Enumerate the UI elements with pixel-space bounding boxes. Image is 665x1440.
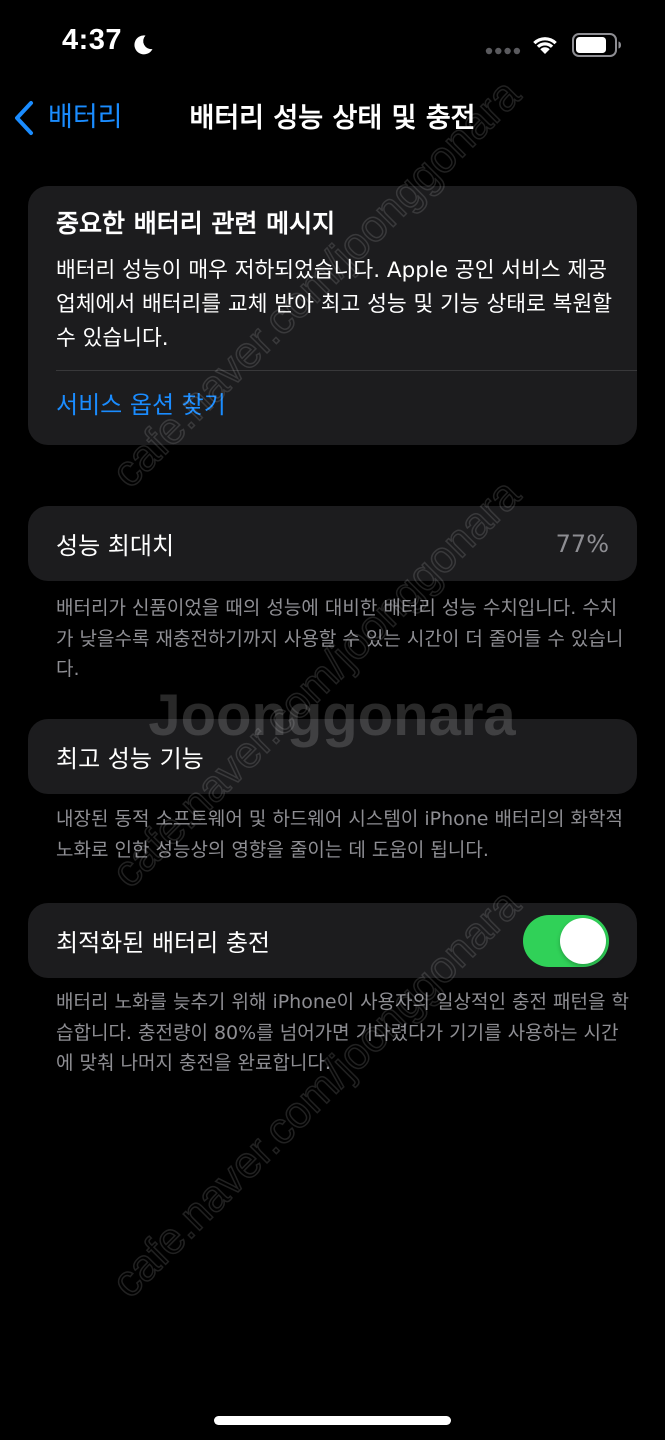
- signal-icon: [485, 47, 521, 55]
- status-time: 4:37: [62, 24, 123, 56]
- find-service-options-link[interactable]: 서비스 옵션 찾기: [56, 385, 226, 425]
- maximum-capacity-value: 77%: [555, 529, 609, 558]
- optimized-charging-label: 최적화된 배터리 충전: [56, 929, 270, 957]
- peak-performance-description: 내장된 동적 소프트웨어 및 하드웨어 시스템이 iPhone 배터리의 화학적…: [56, 808, 623, 861]
- maximum-capacity-label: 성능 최대치: [56, 532, 175, 560]
- optimized-charging-description: 배터리 노화를 늦추기 위해 iPhone이 사용자의 일상적인 충전 패턴을 …: [56, 991, 629, 1074]
- home-indicator[interactable]: [214, 1416, 451, 1425]
- wifi-icon: [533, 37, 557, 54]
- page-title: 배터리 성능 상태 및 충전: [189, 103, 476, 134]
- message-title: 중요한 배터리 관련 메시지: [56, 209, 336, 238]
- maximum-capacity-row: 성능 최대치 77%: [28, 506, 637, 581]
- maximum-capacity-description: 배터리가 신품이었을 때의 성능에 대비한 배터리 성능 수치입니다. 수치가 …: [56, 597, 624, 680]
- optimized-charging-row: 최적화된 배터리 충전: [28, 903, 637, 978]
- peak-performance-label: 최고 성능 기능: [56, 745, 204, 773]
- battery-icon: [572, 33, 621, 57]
- peak-performance-row: 최고 성능 기능: [28, 719, 637, 794]
- message-body: 배터리 성능이 매우 저하되었습니다. Apple 공인 서비스 제공업체에서 …: [56, 258, 613, 351]
- toggle-knob: [560, 917, 606, 964]
- divider: [56, 370, 637, 371]
- moon-icon: [134, 35, 153, 55]
- status-bar: 4:37: [0, 0, 665, 90]
- optimized-charging-toggle[interactable]: [523, 914, 609, 967]
- battery-message-card: 중요한 배터리 관련 메시지 배터리 성능이 매우 저하되었습니다. Apple…: [28, 186, 637, 445]
